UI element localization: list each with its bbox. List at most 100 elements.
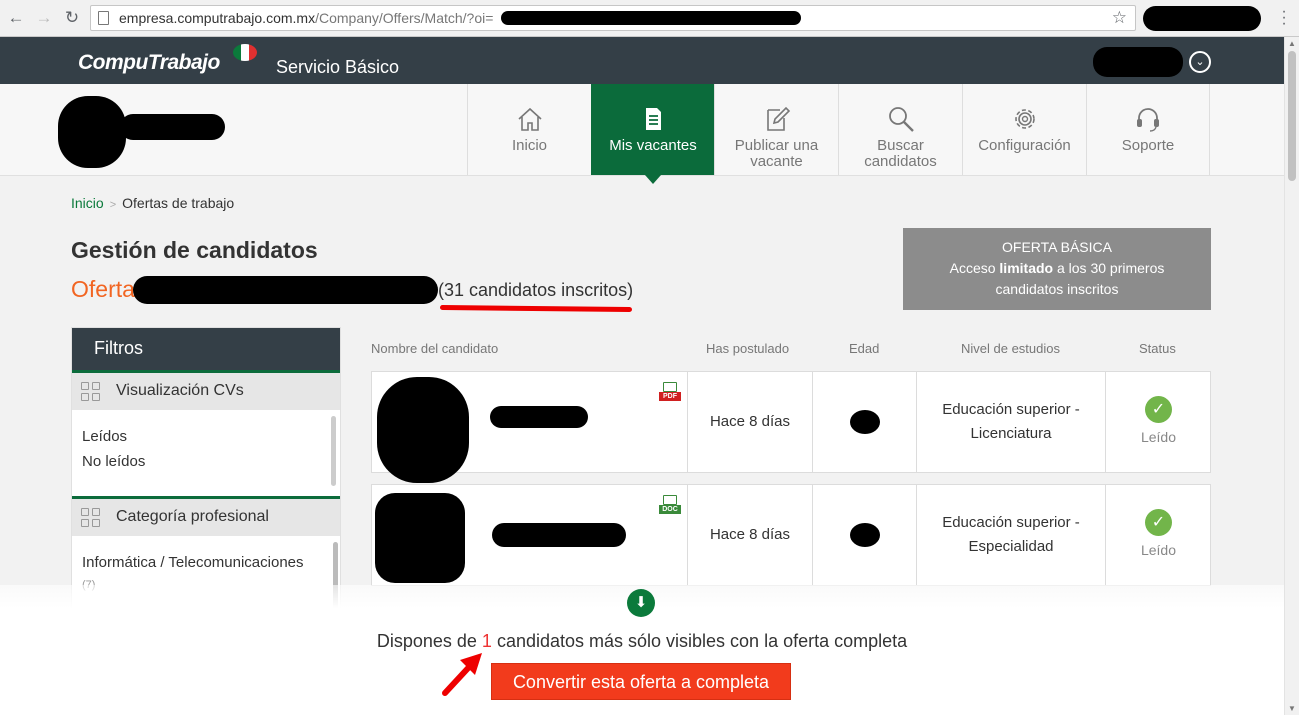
page-title: Gestión de candidatos	[71, 237, 318, 263]
status-text: Leído	[1140, 428, 1177, 445]
nav-label: Inicio	[511, 137, 548, 154]
forward-icon[interactable]: →	[34, 8, 54, 28]
scroll-up-icon[interactable]: ▲	[1288, 39, 1296, 48]
page-icon	[98, 11, 109, 25]
computrabajo-logo[interactable]: CompuTrabajo	[78, 51, 220, 75]
age-cell	[812, 372, 916, 472]
scrollbar-thumb[interactable]	[1288, 51, 1296, 181]
arrow-down-icon[interactable]: ⬇	[627, 589, 655, 617]
candidate-name-cell[interactable]: PDF	[372, 372, 687, 483]
filter-section-cv-view[interactable]: Visualización CVs	[72, 370, 340, 410]
doc-file-icon[interactable]: DOC	[659, 495, 681, 514]
age-redacted	[849, 410, 880, 434]
grid-icon	[81, 508, 101, 528]
nav-soporte[interactable]: Soporte	[1086, 84, 1210, 175]
redaction	[501, 11, 801, 25]
candidate-name-redacted	[490, 406, 588, 428]
check-icon: ✓	[1145, 508, 1172, 536]
breadcrumb: Inicio > Ofertas de trabajo	[71, 195, 234, 211]
education-level: Educación superior -	[942, 401, 1080, 418]
filter-option-no-leidos[interactable]: No leídos	[82, 449, 330, 474]
applied-cell: Hace 8 días	[687, 372, 812, 472]
service-label: Servicio Básico	[276, 57, 400, 77]
main-nav: Inicio Mis vacantes Publicar una vacante…	[0, 84, 1284, 184]
filter-section-category[interactable]: Categoría profesional	[72, 496, 340, 536]
filter-section-body: Leídos No leídos	[72, 410, 340, 496]
applied-cell: Hace 8 días	[687, 485, 812, 585]
nav-label: Soporte	[1121, 137, 1175, 154]
scroll-down-icon[interactable]: ▼	[1288, 704, 1296, 713]
pdf-file-icon[interactable]: PDF	[659, 382, 681, 401]
candidate-name-cell[interactable]: DOC	[372, 485, 687, 585]
headset-icon	[1137, 108, 1159, 132]
browser-menu-icon[interactable]: · · ·	[1281, 4, 1287, 32]
nav-configuracion[interactable]: Configuración	[962, 84, 1086, 175]
bookmark-star-icon[interactable]: ☆	[1112, 8, 1127, 28]
age-cell	[812, 485, 916, 585]
filter-option-informatica[interactable]: Informática / Telecomunicaciones	[82, 550, 330, 575]
basic-offer-line1: Acceso limitado a los 30 primeros	[949, 260, 1165, 276]
redaction	[1093, 47, 1183, 77]
filter-scrollbar[interactable]	[331, 416, 336, 486]
basic-offer-line2: candidatos inscritos	[995, 281, 1119, 297]
company-name-redacted	[120, 114, 225, 140]
convert-offer-button[interactable]: Convertir esta oferta a completa	[491, 663, 791, 700]
document-icon	[646, 108, 661, 130]
redaction	[1143, 6, 1261, 31]
column-header-applied: Has postulado	[706, 341, 790, 356]
basic-offer-title: OFERTA BÁSICA	[1002, 239, 1112, 255]
filters-panel: Filtros Visualización CVs Leídos No leíd…	[71, 327, 341, 617]
candidate-photo-redacted	[377, 377, 469, 483]
age-redacted	[849, 523, 880, 547]
edit-icon	[766, 106, 790, 131]
url-text: empresa.computrabajo.com.mx/Company/Offe…	[119, 10, 494, 26]
breadcrumb-current: Ofertas de trabajo	[122, 195, 235, 211]
site-header: CompuTrabajo Servicio Básico ⌄	[0, 37, 1284, 84]
table-row[interactable]: DOC Hace 8 días Educación superior - Esp…	[371, 484, 1211, 586]
breadcrumb-home-link[interactable]: Inicio	[71, 195, 104, 211]
address-bar[interactable]: empresa.computrabajo.com.mx/Company/Offe…	[90, 5, 1136, 31]
nav-mis-vacantes[interactable]: Mis vacantes	[591, 84, 715, 184]
filters-title: Filtros	[72, 328, 340, 370]
education-level: Educación superior -	[942, 514, 1080, 531]
candidate-name-redacted	[492, 523, 626, 547]
page-scrollbar[interactable]: ▲ ▼	[1284, 37, 1299, 715]
nav-label: Configuración	[978, 137, 1071, 154]
nav-label: Publicar una vacante	[734, 137, 819, 170]
mexico-flag-icon	[233, 44, 257, 61]
status-cell: ✓ Leído	[1105, 485, 1211, 585]
offer-name-redacted	[133, 276, 438, 304]
filter-section-title: Categoría profesional	[116, 508, 269, 525]
check-icon: ✓	[1145, 395, 1172, 423]
filter-option-leidos[interactable]: Leídos	[82, 424, 330, 449]
nav-inicio[interactable]: Inicio	[467, 84, 591, 175]
nav-publicar-vacante[interactable]: Publicar una vacante	[714, 84, 838, 175]
gear-icon	[1014, 109, 1035, 129]
search-icon	[888, 107, 914, 132]
browser-toolbar: ← → ↻ empresa.computrabajo.com.mx/Compan…	[0, 0, 1299, 37]
basic-offer-notice: OFERTA BÁSICA Acceso limitado a los 30 p…	[903, 228, 1211, 310]
back-icon[interactable]: ←	[6, 8, 26, 28]
column-header-education: Nivel de estudios	[961, 341, 1060, 356]
status-text: Leído	[1140, 541, 1177, 558]
education-cell: Educación superior - Especialidad	[916, 485, 1105, 585]
grid-icon	[81, 382, 101, 402]
table-row[interactable]: PDF Hace 8 días Educación superior - Lic…	[371, 371, 1211, 483]
status-cell: ✓ Leído	[1105, 372, 1211, 472]
offer-title-prefix: Oferta	[71, 276, 135, 302]
annotation-arrow-icon	[442, 653, 482, 696]
column-header-status: Status	[1139, 341, 1176, 356]
user-menu-chevron-icon[interactable]: ⌄	[1189, 51, 1211, 73]
reload-icon[interactable]: ↻	[62, 8, 82, 28]
breadcrumb-separator: >	[109, 199, 117, 211]
candidate-photo-redacted	[375, 493, 465, 583]
nav-buscar-candidatos[interactable]: Buscar candidatos	[838, 84, 962, 175]
hidden-candidates-message: Dispones de 1 candidatos más sólo visibl…	[376, 631, 908, 651]
annotation-underline	[439, 304, 633, 313]
nav-label: Buscar candidatos	[864, 137, 937, 170]
education-detail: Licenciatura	[970, 425, 1052, 442]
column-header-age: Edad	[849, 341, 880, 356]
education-detail: Especialidad	[968, 538, 1054, 555]
filter-section-title: Visualización CVs	[116, 382, 244, 399]
column-header-name: Nombre del candidato	[371, 341, 499, 356]
